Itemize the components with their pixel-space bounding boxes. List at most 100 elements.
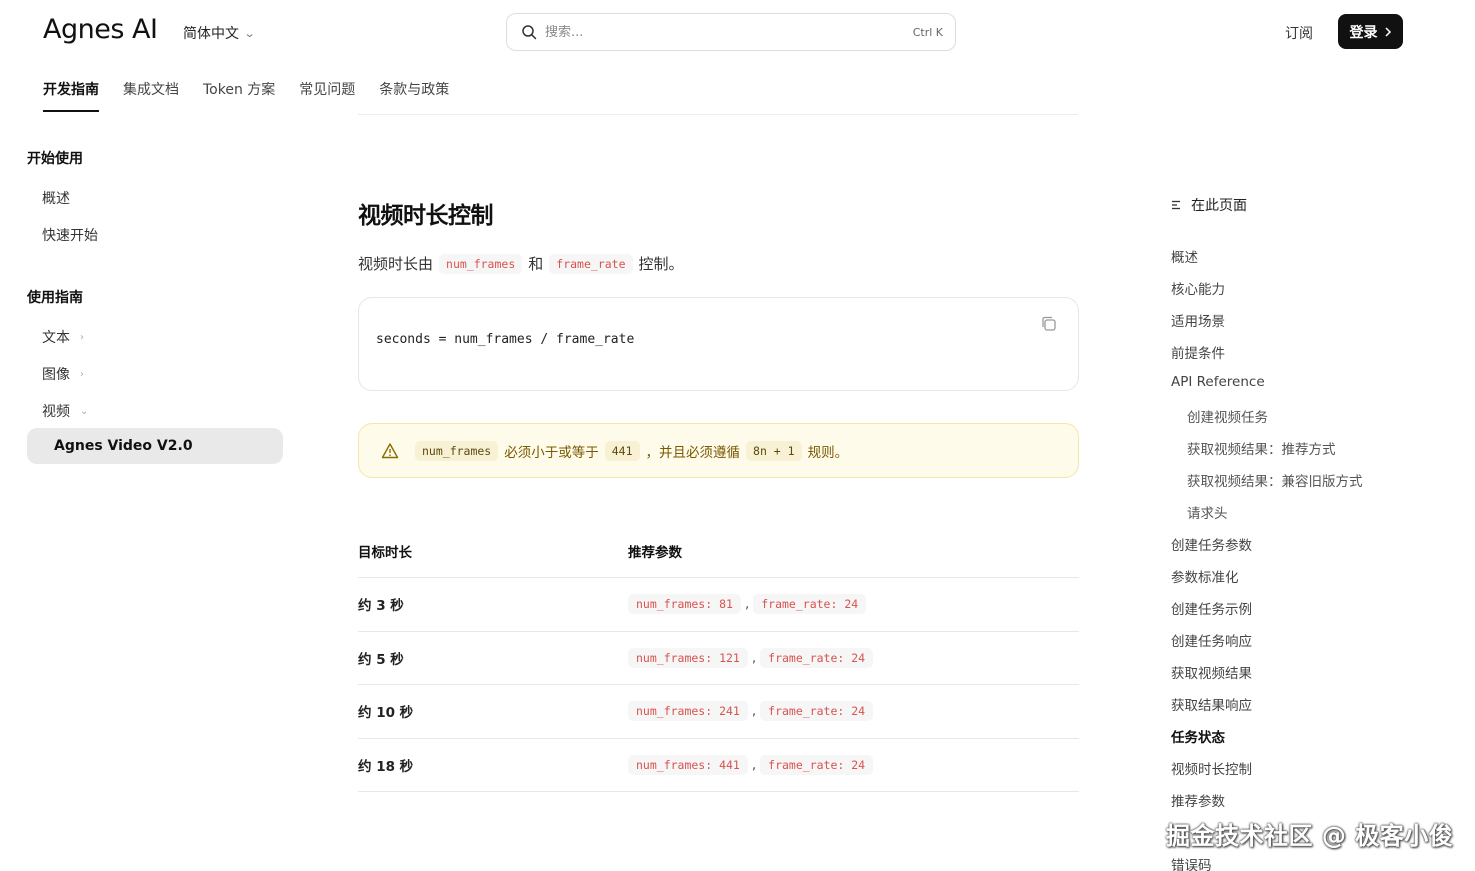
table-row: 约 18 秒 num_frames: 441 , frame_rate: 24 — [358, 739, 1079, 792]
toc-heading-label: 在此页面 — [1191, 198, 1247, 214]
toc-item-core-capabilities[interactable]: 核心能力 — [1171, 278, 1225, 298]
chevron-right-icon: › — [80, 331, 84, 343]
login-label: 登录 — [1349, 24, 1378, 41]
separator: , — [744, 596, 750, 613]
intro-paragraph: 视频时长由 num_frames 和 frame_rate 控制。 — [358, 253, 684, 274]
tab-integration-docs[interactable]: 集成文档 — [123, 79, 179, 112]
warning-text: 规则。 — [807, 444, 849, 461]
inline-code: frame_rate: 24 — [760, 754, 874, 775]
sidebar-item-quickstart[interactable]: 快速开始 — [42, 225, 98, 245]
search-input[interactable] — [545, 24, 913, 40]
toc-item-create-task-example[interactable]: 创建任务示例 — [1171, 598, 1252, 618]
toc-item-get-video-result[interactable]: 获取视频结果 — [1171, 662, 1252, 682]
subscribe-link[interactable]: 订阅 — [1285, 23, 1313, 43]
logo[interactable]: Agnes AI — [43, 14, 158, 45]
inline-code: frame_rate: 24 — [760, 701, 874, 722]
warning-callout: num_frames 必须小于或等于 441 ，并且必须遵循 8n + 1 规则… — [358, 423, 1079, 478]
inline-code: num_frames: 121 — [628, 647, 748, 668]
warning-icon — [381, 442, 399, 458]
list-icon — [1172, 200, 1180, 210]
inline-code: frame_rate — [549, 253, 633, 274]
sidebar-item-agnes-video-v2[interactable]: Agnes Video V2.0 — [27, 428, 283, 464]
sidebar-section-usage-guide: 使用指南 — [27, 290, 83, 306]
tab-terms[interactable]: 条款与政策 — [379, 79, 449, 112]
warning-text: 必须小于或等于 — [504, 444, 599, 461]
inline-code: num_frames — [415, 440, 499, 461]
duration-cell: 约 10 秒 — [358, 705, 414, 722]
inline-code: frame_rate: 24 — [753, 594, 867, 615]
toc-item-get-result-response[interactable]: 获取结果响应 — [1171, 694, 1252, 714]
login-button[interactable]: 登录 — [1338, 14, 1403, 49]
toc-item-param-normalization[interactable]: 参数标准化 — [1171, 566, 1239, 586]
toc-item-video-duration-control[interactable]: 视频时长控制 — [1171, 758, 1252, 778]
language-selector[interactable]: 简体中文 ⌄ — [183, 23, 256, 43]
separator: , — [751, 649, 757, 666]
sidebar-item-label: 图像 — [42, 367, 70, 383]
recommended-params-table: 目标时长 推荐参数 约 3 秒 num_frames: 81 , frame_r… — [358, 525, 1079, 792]
copy-icon[interactable] — [1040, 315, 1058, 333]
para-text: 控制。 — [638, 255, 684, 273]
toc-item-use-cases[interactable]: 适用场景 — [1171, 310, 1225, 330]
search-box[interactable]: Ctrl K — [506, 13, 956, 51]
tab-faq[interactable]: 常见问题 — [299, 79, 355, 112]
inline-code: num_frames: 81 — [628, 594, 741, 615]
sidebar-item-label: 视频 — [42, 404, 70, 420]
toc-item-task-status[interactable]: 任务状态 — [1171, 726, 1225, 746]
toc-item-prerequisites[interactable]: 前提条件 — [1171, 342, 1225, 362]
watermark: 掘金技术社区 @ 极客小俊 — [1166, 822, 1454, 850]
toc-item-overview[interactable]: 概述 — [1171, 246, 1198, 266]
chevron-right-icon — [1384, 26, 1391, 37]
toc-item-create-task-response[interactable]: 创建任务响应 — [1171, 630, 1252, 650]
sidebar-section-getting-started: 开始使用 — [27, 151, 83, 167]
para-text: 和 — [528, 255, 544, 273]
para-text: 视频时长由 — [358, 255, 434, 273]
tab-dev-guide[interactable]: 开发指南 — [43, 79, 99, 112]
sidebar-item-label: 文本 — [42, 330, 70, 346]
page-title: 视频时长控制 — [358, 203, 494, 229]
language-label: 简体中文 — [183, 26, 239, 42]
inline-code: 8n + 1 — [746, 440, 802, 461]
params-cell: num_frames: 241 , frame_rate: 24 — [628, 701, 874, 722]
divider — [358, 114, 1078, 115]
toc-item-error-codes[interactable]: 错误码 — [1171, 854, 1212, 871]
duration-cell: 约 5 秒 — [358, 651, 404, 668]
toc-item-api-reference[interactable]: API Reference — [1171, 374, 1265, 390]
column-header-params: 推荐参数 — [628, 545, 682, 561]
params-cell: num_frames: 81 , frame_rate: 24 — [628, 594, 867, 615]
duration-cell: 约 18 秒 — [358, 758, 414, 775]
chevron-right-icon: › — [80, 368, 84, 380]
sidebar-item-text[interactable]: 文本 › — [42, 327, 84, 347]
code-block: seconds = num_frames / frame_rate — [358, 297, 1079, 391]
sidebar-item-label: 概述 — [42, 191, 70, 207]
chevron-down-icon: ⌄ — [243, 26, 256, 40]
table-row: 约 3 秒 num_frames: 81 , frame_rate: 24 — [358, 578, 1079, 632]
column-header-duration: 目标时长 — [358, 545, 412, 561]
table-row: 约 5 秒 num_frames: 121 , frame_rate: 24 — [358, 632, 1079, 685]
tab-token-plans[interactable]: Token 方案 — [203, 79, 275, 112]
toc-item-create-task-params[interactable]: 创建任务参数 — [1171, 534, 1252, 554]
inline-code: frame_rate: 24 — [760, 647, 874, 668]
chevron-down-icon: ⌄ — [80, 405, 89, 417]
top-nav-tabs: 开发指南 集成文档 Token 方案 常见问题 条款与政策 — [43, 79, 449, 112]
inline-code: num_frames: 241 — [628, 701, 748, 722]
toc-item-get-result-legacy[interactable]: 获取视频结果：兼容旧版方式 — [1187, 470, 1363, 490]
toc-heading: 在此页面 — [1171, 195, 1247, 215]
toc-item-request-headers[interactable]: 请求头 — [1187, 502, 1228, 522]
sidebar-item-video[interactable]: 视频 ⌄ — [42, 401, 88, 421]
duration-cell: 约 3 秒 — [358, 598, 404, 615]
toc-item-create-video-task[interactable]: 创建视频任务 — [1187, 406, 1268, 426]
search-shortcut: Ctrl K — [912, 25, 943, 39]
toc-item-get-result-recommended[interactable]: 获取视频结果：推荐方式 — [1187, 438, 1336, 458]
params-cell: num_frames: 441 , frame_rate: 24 — [628, 754, 874, 775]
toc-item-recommended-params[interactable]: 推荐参数 — [1171, 790, 1225, 810]
inline-code: num_frames: 441 — [628, 754, 748, 775]
sidebar-item-label: Agnes Video V2.0 — [54, 438, 193, 454]
params-cell: num_frames: 121 , frame_rate: 24 — [628, 647, 874, 668]
sidebar-item-image[interactable]: 图像 › — [42, 364, 84, 384]
separator: , — [751, 756, 757, 773]
table-header: 目标时长 推荐参数 — [358, 525, 1079, 578]
sidebar-item-overview[interactable]: 概述 — [42, 188, 70, 208]
inline-code: 441 — [604, 440, 640, 461]
table-row: 约 10 秒 num_frames: 241 , frame_rate: 24 — [358, 685, 1079, 739]
sidebar-item-label: 快速开始 — [42, 228, 98, 244]
